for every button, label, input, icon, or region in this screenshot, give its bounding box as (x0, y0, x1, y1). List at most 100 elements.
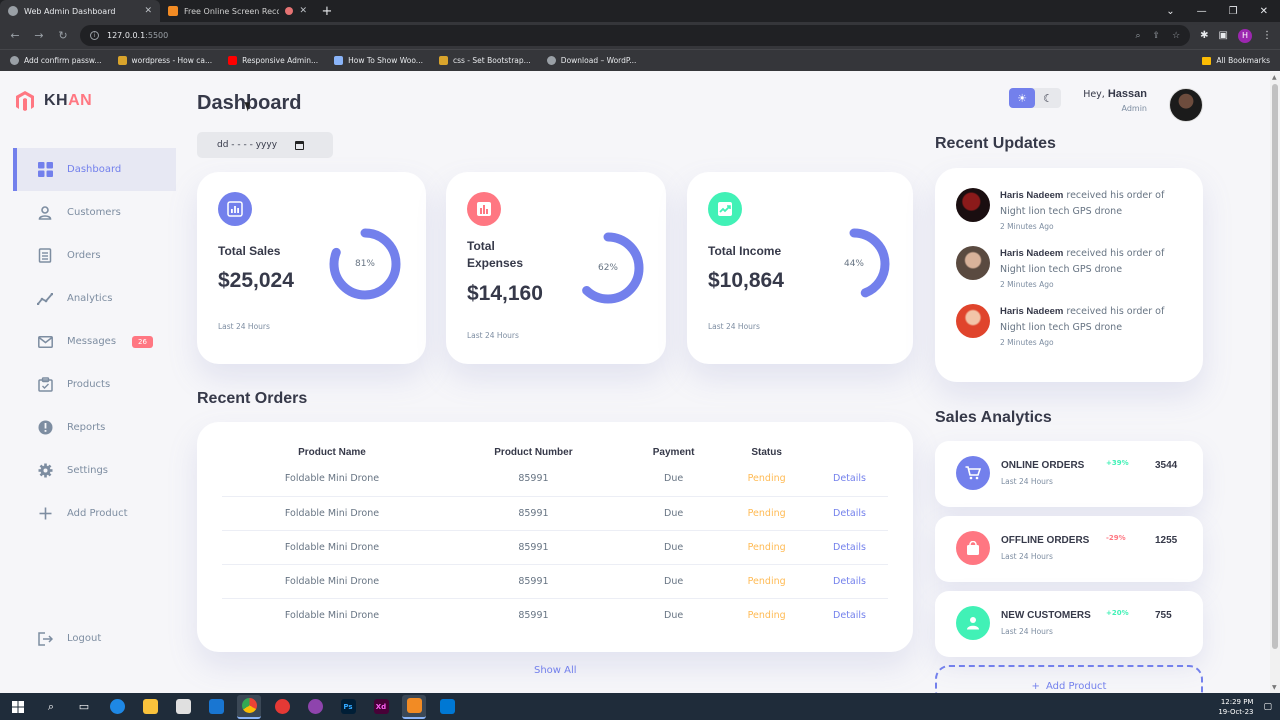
clock[interactable]: 12:29 PM 19-Oct-23 (1218, 697, 1253, 717)
analytics-item-offline-orders[interactable]: OFFLINE ORDERS Last 24 Hours -29% 1255 (935, 516, 1203, 582)
menu-icon[interactable]: ⋮ (1262, 30, 1272, 41)
table-row: Foldable Mini Drone 85991 Due Pending Detail… (222, 598, 888, 632)
stat-note: Last 24 Hours (708, 322, 760, 331)
browser-tab-active[interactable]: Web Admin Dashboard ✕ (0, 0, 160, 22)
reload-icon[interactable]: ↻ (56, 29, 70, 42)
recording-icon (285, 7, 294, 15)
stat-note: Last 24 Hours (218, 322, 270, 331)
bookmark-label: Download – WordP... (560, 56, 637, 65)
bookmark-item[interactable]: Responsive Admin... (228, 56, 318, 65)
details-link[interactable]: Details (811, 496, 888, 531)
analytics-item-new-customers[interactable]: NEW CUSTOMERS Last 24 Hours +20% 755 (935, 591, 1203, 657)
scroll-thumb[interactable] (1272, 84, 1278, 649)
sidebar-item-customers[interactable]: Customers (13, 191, 176, 234)
stackoverflow-icon (438, 56, 448, 65)
sidebar-item-analytics[interactable]: Analytics (13, 277, 176, 320)
notification-icon[interactable]: ▢ (1263, 702, 1272, 712)
close-icon[interactable]: ✕ (144, 6, 152, 16)
page-scrollbar[interactable]: ▲ ▼ (1270, 72, 1280, 693)
search-icon[interactable]: ⌕ (39, 695, 63, 719)
table-row: Foldable Mini Drone 85991 Due Pending Detail… (222, 530, 888, 565)
mail-icon[interactable] (204, 695, 228, 719)
user-role: Admin (1121, 104, 1148, 113)
sidebar-item-products[interactable]: Products (13, 363, 176, 406)
zoom-icon[interactable]: ⌕ (1135, 31, 1140, 41)
photoshop-icon[interactable]: Ps (336, 695, 360, 719)
profile-avatar[interactable]: H (1238, 28, 1252, 43)
show-all-link[interactable]: Show All (534, 665, 577, 676)
light-mode-icon[interactable]: ☀ (1009, 88, 1035, 108)
bookmark-item[interactable]: wordpress - How ca... (117, 56, 212, 65)
bookmark-item[interactable]: Download – WordP... (546, 56, 637, 65)
sidebar-item-add-product[interactable]: Add Product (13, 492, 176, 535)
task-view-icon[interactable]: ▭ (72, 695, 96, 719)
sidebar-item-reports[interactable]: Reports (13, 406, 176, 449)
avatar[interactable] (1169, 88, 1203, 122)
details-link[interactable]: Details (811, 462, 888, 497)
globe-icon (10, 56, 19, 65)
logo[interactable]: KHAN (14, 90, 92, 112)
share-icon[interactable]: ⇪ (1153, 31, 1161, 41)
update-text: Haris Nadeem received his order of Night… (1000, 246, 1186, 277)
scroll-down-icon[interactable]: ▼ (1272, 684, 1277, 691)
store-icon[interactable] (171, 695, 195, 719)
sidepanel-icon[interactable]: ▣ (1219, 30, 1228, 41)
sidebar-item-messages[interactable]: Messages 26 (13, 320, 176, 363)
details-link[interactable]: Details (811, 530, 888, 565)
sidebar-item-orders[interactable]: Orders (13, 234, 176, 277)
opera-icon[interactable] (270, 695, 294, 719)
restore-button[interactable]: ❐ (1229, 6, 1238, 17)
bookmark-label: Add confirm passw... (24, 56, 102, 65)
sidebar: KHAN Dashboard Customers Orders Analytic… (0, 72, 190, 693)
settings-icon (37, 463, 53, 479)
details-link[interactable]: Details (811, 564, 888, 599)
minimize-button[interactable]: — (1197, 6, 1207, 17)
close-window-button[interactable]: ✕ (1260, 6, 1268, 17)
folder-icon (1202, 56, 1212, 65)
analytics-item-online-orders[interactable]: ONLINE ORDERS Last 24 Hours +39% 3544 (935, 441, 1203, 507)
github-icon[interactable] (303, 695, 327, 719)
stat-label: Total Sales (218, 244, 281, 258)
sales-analytics-title: Sales Analytics (935, 409, 1052, 426)
details-link[interactable]: Details (811, 598, 888, 632)
dark-mode-icon[interactable]: ☾ (1035, 88, 1061, 108)
update-body: Haris Nadeem received his order of Night… (1000, 246, 1186, 293)
browser-tab-inactive[interactable]: Free Online Screen Recorde ✕ (160, 0, 315, 22)
info-icon[interactable]: i (90, 31, 99, 40)
date-input[interactable]: dd - - - - yyyy (197, 132, 333, 158)
update-time: 2 Minutes Ago (1000, 222, 1054, 231)
vscode-icon[interactable] (435, 695, 459, 719)
url-input[interactable]: i 127.0.0.1 :5500 ⌕ ⇪ ☆ (80, 25, 1191, 46)
calendar-icon[interactable] (295, 140, 305, 150)
back-icon[interactable]: ← (8, 29, 22, 42)
screen-recorder-icon[interactable] (402, 694, 426, 719)
sidebar-item-settings[interactable]: Settings (13, 449, 176, 492)
all-bookmarks[interactable]: All Bookmarks (1202, 56, 1270, 65)
bookmark-item[interactable]: Add confirm passw... (10, 56, 102, 65)
add-product-button[interactable]: + Add Product (935, 665, 1203, 693)
close-icon[interactable]: ✕ (299, 6, 307, 16)
browser-tab-bar: Web Admin Dashboard ✕ Free Online Screen… (0, 0, 1280, 22)
tab-search-icon[interactable]: ⌄ (1166, 6, 1174, 17)
file-explorer-icon[interactable] (138, 695, 162, 719)
sidebar-item-label: Analytics (67, 293, 113, 304)
new-tab-button[interactable]: + (315, 0, 339, 22)
windows-start-icon[interactable] (6, 695, 30, 719)
extensions-icon[interactable]: ✱ (1200, 30, 1208, 41)
window-controls: ⌄ — ❐ ✕ (1166, 0, 1280, 22)
edge-icon[interactable] (105, 695, 129, 719)
url-host: 127.0.0.1 (107, 31, 146, 40)
bookmark-item[interactable]: css - Set Bootstrap... (438, 56, 531, 65)
forward-icon[interactable]: → (32, 29, 46, 42)
adobe-xd-icon[interactable]: Xd (369, 695, 393, 719)
analytic-subtitle: Last 24 Hours (1001, 552, 1053, 561)
sidebar-item-dashboard[interactable]: Dashboard (13, 148, 176, 191)
theme-toggle[interactable]: ☀ ☾ (1009, 88, 1061, 108)
product-name: Foldable Mini Drone (222, 496, 442, 531)
scroll-up-icon[interactable]: ▲ (1272, 74, 1277, 81)
logout-button[interactable]: Logout (13, 617, 176, 660)
tab-title: Free Online Screen Recorde (184, 6, 280, 16)
chrome-icon[interactable] (237, 694, 261, 719)
star-icon[interactable]: ☆ (1172, 31, 1180, 41)
bookmark-item[interactable]: How To Show Woo... (334, 56, 423, 65)
